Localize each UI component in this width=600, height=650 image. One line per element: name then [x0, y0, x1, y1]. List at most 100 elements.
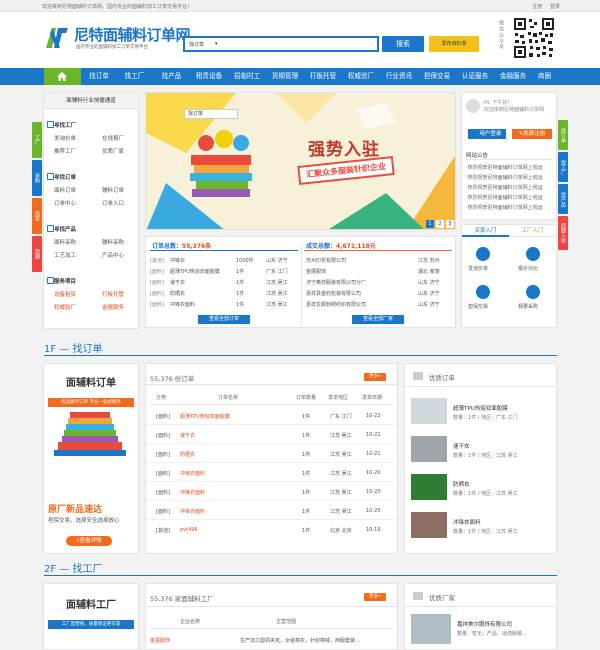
- quick-link[interactable]: 设备租赁: [54, 290, 76, 298]
- right-tab-find-products[interactable]: 找产品: [558, 184, 568, 214]
- quick-link[interactable]: 面料采购: [54, 238, 76, 246]
- guide-item-label[interactable]: 发询价单: [468, 265, 488, 272]
- list-item[interactable]: 嘉祥县盛钧包装有限公司 山东 济宁: [306, 288, 452, 299]
- list-item[interactable]: 金展服饰 湖北 孝感: [306, 266, 452, 277]
- tab-factory-guide[interactable]: 工厂入门: [509, 225, 556, 237]
- notice-item[interactable]: ·热烈祝贺尼特面辅料订单网上线运: [466, 163, 543, 173]
- guide-item-label[interactable]: 担保交易: [468, 303, 488, 310]
- side-tab-factory[interactable]: 工厂: [32, 122, 42, 158]
- side-tab-merchant[interactable]: 商家: [32, 198, 42, 234]
- table-row[interactable]: [其他] pvt496 1件 北京 北京 10-19: [146, 520, 397, 539]
- quick-link[interactable]: 在线报厂: [102, 134, 124, 142]
- product-thumbnail[interactable]: [411, 512, 447, 538]
- nav-temp-workers[interactable]: 招临时工: [228, 68, 266, 85]
- nav-find-orders[interactable]: 找订单: [82, 68, 116, 85]
- list-item[interactable]: [面料] 超薄TPU热熔双面胶膜 1件 广东 江门: [150, 266, 298, 277]
- guide-item-label[interactable]: 我要采购: [518, 303, 538, 310]
- notice-item[interactable]: ·热烈祝贺尼特面辅料订单网上线运: [466, 183, 543, 193]
- right-tab-find-orders[interactable]: 找订单: [558, 120, 568, 150]
- list-item[interactable]: 济宁奥祥服装有限公司分厂 山东 济宁: [306, 277, 452, 288]
- tab-buyer-guide[interactable]: 买家入门: [462, 225, 509, 237]
- user-login-button[interactable]: 👤用户登录: [468, 129, 506, 139]
- notice-item[interactable]: ·热烈祝贺尼特面辅料订单网上线运: [466, 193, 543, 203]
- quick-link[interactable]: 工艺加工: [54, 251, 76, 259]
- nav-finance[interactable]: 金融服务: [494, 68, 532, 85]
- view-all-factories-button[interactable]: 查看全部厂家: [352, 315, 404, 324]
- view-all-orders-button[interactable]: 查看全部订单: [198, 315, 250, 324]
- quick-link[interactable]: 发询价单: [54, 134, 76, 142]
- quick-link[interactable]: 优质厂家: [102, 147, 124, 155]
- nav-business-circle[interactable]: 商圈: [532, 68, 557, 85]
- publish-inquiry-button[interactable]: 发布询价单: [429, 36, 479, 52]
- banner-dot-1[interactable]: 1: [426, 220, 434, 228]
- nav-delivery-management[interactable]: 货期管理: [266, 68, 304, 85]
- quick-link[interactable]: 金融服务: [102, 303, 124, 311]
- quality-item-name[interactable]: 冲锋衣面料: [453, 518, 481, 526]
- banner-dot-2[interactable]: 2: [436, 220, 444, 228]
- nav-rent-equipment[interactable]: 租赁设备: [190, 68, 228, 85]
- quick-link[interactable]: 面料订单: [54, 186, 76, 194]
- free-register-button[interactable]: ✎免费注册: [512, 129, 552, 139]
- notice-item[interactable]: ·热烈祝贺尼特面辅料订单网上线运: [466, 203, 543, 213]
- register-link[interactable]: 注册: [532, 4, 542, 10]
- cart-icon[interactable]: [526, 285, 540, 299]
- quick-link[interactable]: 推荐工厂: [54, 147, 76, 155]
- nav-home[interactable]: [44, 68, 81, 85]
- right-tab-find-factories[interactable]: 找工厂: [558, 152, 568, 182]
- table-row[interactable]: [面料] 冲锋衣面料 1件 江苏 吴江 10-20: [146, 463, 397, 482]
- list-item[interactable]: 苏州印花有限公司 江苏 苏州: [306, 255, 452, 266]
- section-1f-promo[interactable]: 面辅料订单 优品原料订单 专业一站式服务 原厂新品速达 担保交易，选择安全选择放…: [43, 363, 139, 554]
- more-factories-button[interactable]: 更多»: [364, 593, 386, 601]
- quick-link[interactable]: 订单入口: [102, 199, 124, 207]
- search-button[interactable]: 搜索: [382, 36, 424, 52]
- inquiry-icon[interactable]: [476, 247, 490, 261]
- product-thumbnail[interactable]: [411, 398, 447, 424]
- list-item[interactable]: [面料] 冲锋衣面料 1件 江苏 吴江: [150, 299, 298, 310]
- quick-link[interactable]: 辅料采购: [102, 238, 124, 246]
- right-tab-circle-join[interactable]: 商圈入驻: [558, 216, 568, 250]
- compare-icon[interactable]: [526, 247, 540, 261]
- more-orders-button[interactable]: 更多»: [364, 373, 386, 381]
- quick-link[interactable]: 产品中心: [102, 251, 124, 259]
- quality-item-name[interactable]: 超薄TPU热熔双面胶膜: [453, 404, 508, 412]
- table-row[interactable]: [面料] 冲锋衣面料 1件 江苏 吴江 10-20: [146, 501, 397, 520]
- hero-banner[interactable]: 找订单 强势入驻 汇聚众多服装针织企业 1 2 3: [145, 92, 456, 230]
- nav-escrow-trade[interactable]: 担保交易: [418, 68, 456, 85]
- list-item[interactable]: [面料] 速干衣 1件 江苏 吴江: [150, 277, 298, 288]
- escrow-icon[interactable]: [476, 285, 490, 299]
- table-row[interactable]: 金展服饰 生产加工圆领夹克，女装棉衣，针织棉绒，西服套装...: [146, 630, 397, 649]
- list-item[interactable]: 嘉祥龙顺刺绣纺织有限公司 山东 济宁: [306, 299, 452, 310]
- list-item[interactable]: [其他] 冲锋衣 1000件 山东 济宁: [150, 255, 298, 266]
- quick-link[interactable]: 订单中心: [54, 199, 76, 207]
- quick-link[interactable]: 辅料订单: [102, 186, 124, 194]
- nav-industry-news[interactable]: 行业资讯: [380, 68, 418, 85]
- table-row[interactable]: [面料] 防晒衣 1件 江苏 吴江 10-21: [146, 444, 397, 463]
- quick-link[interactable]: 打板托管: [102, 290, 124, 298]
- nav-find-factories[interactable]: 找工厂: [116, 68, 153, 85]
- guide-item-label[interactable]: 报价对比: [518, 265, 538, 272]
- nav-certification[interactable]: 认证服务: [456, 68, 494, 85]
- quality-item-name[interactable]: 速干衣: [453, 442, 470, 450]
- nav-factory-audit[interactable]: 权威验厂: [342, 68, 380, 85]
- side-tab-purchase[interactable]: 采购: [32, 160, 42, 196]
- search-input[interactable]: 找订单 ▾: [183, 36, 379, 52]
- table-row[interactable]: [面料] 超薄TPU热熔双面胶膜 1件 广东 江门 10-22: [146, 406, 397, 425]
- product-thumbnail[interactable]: [411, 436, 447, 462]
- quick-link[interactable]: 权威验厂: [54, 303, 76, 311]
- quality-item-name[interactable]: 防晒衣: [453, 480, 470, 488]
- view-details-button[interactable]: ⌕查看详情: [66, 536, 112, 546]
- table-row[interactable]: [面料] 速干衣 1件 江苏 吴江 10-21: [146, 425, 397, 444]
- quality-factory-name[interactable]: 嘉祥美尔服饰有限公司: [457, 620, 512, 628]
- notice-item[interactable]: ·热烈祝贺尼特面辅料订单网上线运: [466, 173, 543, 183]
- product-thumbnail[interactable]: [411, 474, 447, 500]
- table-row[interactable]: [面料] 冲锋衣面料 1件 江苏 吴江 10-20: [146, 482, 397, 501]
- dropdown-caret-icon[interactable]: ▾: [215, 41, 218, 47]
- banner-dot-3[interactable]: 3: [446, 220, 454, 228]
- nav-sample-hosting[interactable]: 打板托管: [304, 68, 342, 85]
- factory-thumbnail[interactable]: [411, 614, 451, 644]
- login-link[interactable]: 登录: [550, 4, 560, 10]
- list-item[interactable]: [面料] 防晒衣 1件 江苏 吴江: [150, 288, 298, 299]
- nav-find-products[interactable]: 找产品: [153, 68, 190, 85]
- side-tab-circle[interactable]: 商圈: [32, 236, 42, 272]
- section-2f-promo[interactable]: 面辅料工厂 工厂直营快，质量保证更可靠: [43, 583, 139, 650]
